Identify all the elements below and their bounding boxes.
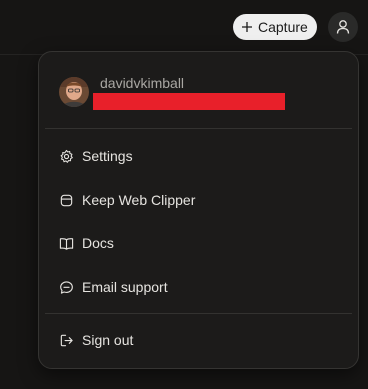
gear-icon (60, 149, 73, 163)
sign-out-icon (60, 334, 73, 346)
user-info: davidvkimball (39, 52, 358, 128)
clipper-icon (60, 194, 73, 206)
book-icon (59, 237, 74, 250)
menu-item-keep-web-clipper[interactable]: Keep Web Clipper (49, 184, 348, 216)
menu-item-email-support[interactable]: Email support (49, 271, 348, 303)
menu-item-label: Settings (82, 148, 133, 164)
account-menu-button[interactable] (328, 12, 358, 42)
menu-item-label: Docs (82, 235, 114, 251)
redacted-email-bar (93, 93, 285, 110)
plus-icon (242, 22, 252, 32)
menu-item-label: Email support (82, 279, 168, 295)
menu-item-label: Keep Web Clipper (82, 192, 196, 208)
account-menu: davidvkimball Settings Keep Web Clipper … (38, 51, 359, 369)
capture-label: Capture (258, 19, 308, 35)
divider (45, 128, 352, 129)
divider (45, 313, 352, 314)
username: davidvkimball (100, 75, 185, 91)
sign-out-button[interactable]: Sign out (49, 324, 348, 356)
top-bar: Capture (0, 0, 368, 55)
capture-button[interactable]: Capture (233, 14, 317, 40)
menu-item-docs[interactable]: Docs (49, 227, 348, 259)
avatar (59, 77, 89, 107)
menu-item-settings[interactable]: Settings (49, 140, 348, 172)
user-icon (336, 20, 350, 34)
chat-icon (60, 280, 73, 294)
sign-out-label: Sign out (82, 332, 134, 348)
